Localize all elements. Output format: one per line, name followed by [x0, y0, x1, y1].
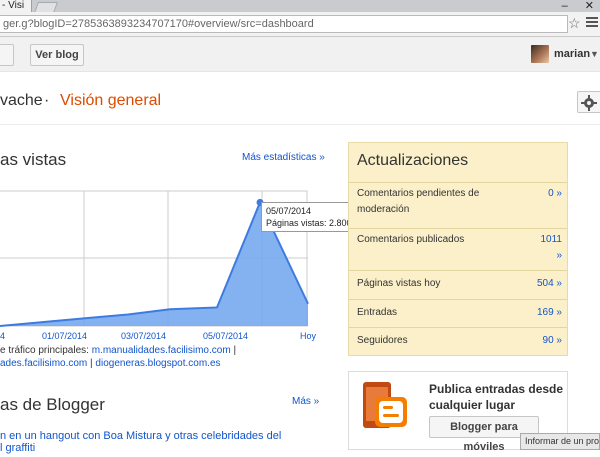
news-line: n en un hangout con Boa Mistura y otras … [0, 430, 282, 442]
chevron-down-icon[interactable]: ▼ [590, 45, 599, 63]
x-tick-label: 01/07/2014 [42, 331, 88, 341]
updates-row-value[interactable]: 169 » [527, 305, 562, 321]
close-window-button[interactable]: ✕ [585, 0, 594, 12]
x-tick-label: Hoy [300, 331, 317, 341]
traffic-source-link[interactable]: diogeneras.blogspot.com.es [95, 358, 220, 369]
blogger-news-title: as de Blogger [0, 395, 105, 414]
x-tick-label: 05/07/2014 [203, 331, 249, 341]
view-blog-button[interactable]: Ver blog [30, 44, 84, 66]
x-tick-label: 03/07/2014 [121, 331, 167, 341]
pageviews-title: as vistas [0, 150, 67, 169]
updates-row-label: Seguidores [357, 335, 408, 346]
more-stats-link[interactable]: Más estadísticas » [242, 152, 325, 163]
back-button[interactable] [0, 44, 14, 66]
blogger-header [0, 37, 600, 72]
browser-menu-icon[interactable] [586, 15, 598, 29]
news-line: l graffiti [0, 442, 36, 454]
minimize-button[interactable]: – [562, 0, 568, 12]
updates-row-value[interactable]: 0 » [540, 186, 562, 202]
updates-row-value[interactable]: 1011 » [534, 232, 562, 264]
blogger-more-link[interactable]: Más » [292, 396, 319, 407]
updates-row-label: Comentarios publicados [357, 234, 465, 245]
traffic-label: e tráfico principales: [0, 345, 89, 356]
updates-row-value[interactable]: 90 » [533, 333, 562, 349]
updates-row-label: Entradas [357, 307, 398, 318]
settings-button[interactable] [577, 91, 600, 113]
x-tick-label: 4 [0, 331, 6, 341]
window-controls: – ✕ [548, 0, 594, 12]
bookmark-star-icon[interactable]: ☆ [568, 14, 582, 32]
blogger-mobile-icon [363, 382, 407, 428]
status-bar: Informar de un pro [520, 433, 600, 450]
updates-row-label: Comentarios pendientes de moderación [357, 188, 480, 215]
updates-row-value[interactable]: 504 » [527, 276, 562, 292]
promo-text: Publica entradas desde cualquier lugar [429, 382, 564, 412]
browser-tab[interactable]: - Visi [0, 0, 32, 12]
avatar[interactable] [531, 45, 549, 63]
traffic-source-link[interactable]: m.manualidades.facilisimo.com [92, 345, 231, 356]
page-title: Visión general [60, 92, 162, 109]
address-bar[interactable]: ger.g?blogID=2785363893234707170#overvie… [0, 15, 568, 33]
user-name[interactable]: marian [554, 45, 590, 63]
blogger-news-item[interactable]: n en un hangout con Boa Mistura y otras … [0, 430, 340, 454]
updates-title: Actualizaciones [357, 152, 469, 169]
updates-row-label: Páginas vistas hoy [357, 278, 441, 289]
title-separator: · [44, 92, 50, 109]
traffic-source-link[interactable]: ades.facilisimo.com [0, 358, 87, 369]
browser-tabstrip [0, 0, 600, 12]
blog-name: vache [0, 92, 43, 109]
traffic-sources: e tráfico principales: m.manualidades.fa… [0, 345, 237, 369]
gear-icon [581, 95, 597, 111]
